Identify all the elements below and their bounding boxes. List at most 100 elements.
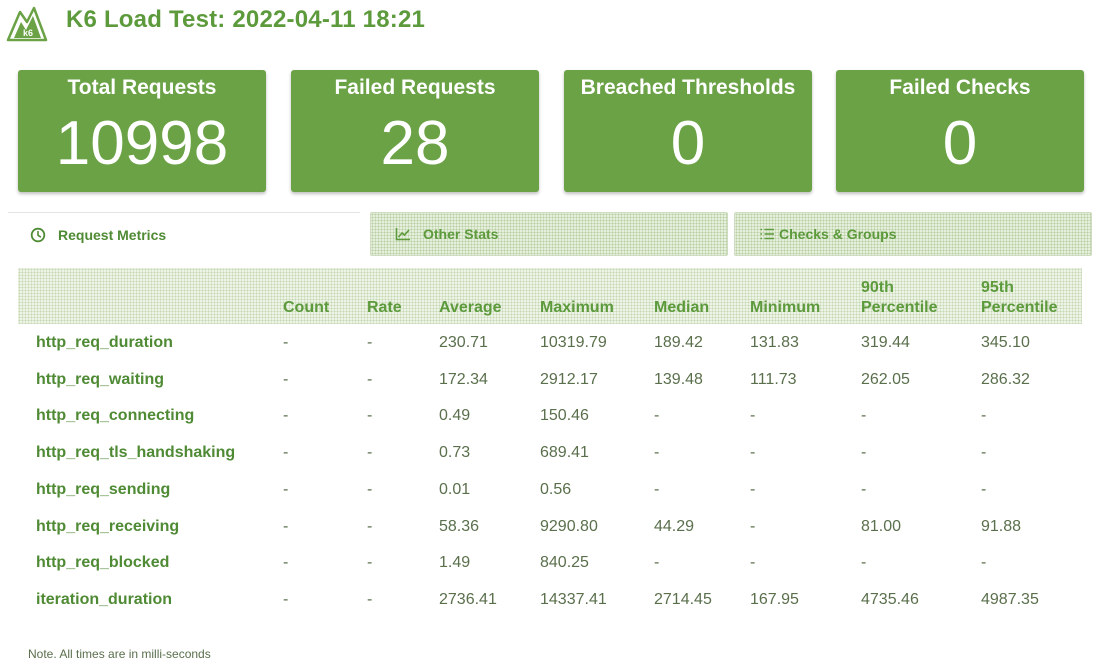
rate-value: - <box>367 554 373 572</box>
minimum-value: 111.73 <box>750 370 797 388</box>
line-chart-icon <box>395 227 411 241</box>
minimum-value: - <box>750 480 756 498</box>
maximum-value: 840.25 <box>540 554 589 572</box>
tab-bar: Request Metrics Other Stats Checks & Gro… <box>8 212 1094 258</box>
p90-value: - <box>861 480 867 498</box>
rate-value: - <box>367 517 373 535</box>
column-header-median: Median <box>654 299 710 316</box>
table-row: iteration_duration - - 2736.41 14337.41 2714.… <box>18 583 1082 619</box>
failed-requests-card: Failed Requests 28 <box>291 70 539 192</box>
maximum-value: 150.46 <box>540 407 589 425</box>
average-value: 0.01 <box>439 480 471 498</box>
median-value: 139.48 <box>654 370 703 388</box>
maximum-value: 14337.41 <box>540 590 607 608</box>
column-header-rate: Rate <box>367 299 402 316</box>
summary-cards: Total Requests 10998 Failed Requests 28 … <box>0 70 1100 195</box>
card-value: 10998 <box>55 109 229 178</box>
minimum-value: - <box>750 407 756 425</box>
minimum-value: 167.95 <box>750 590 799 608</box>
table-row: http_req_blocked - - 1.49 840.25 - - - - <box>18 546 1082 582</box>
rate-value: - <box>367 407 373 425</box>
tab-request-metrics[interactable]: Request Metrics <box>8 212 360 256</box>
count-value: - <box>283 370 289 388</box>
clock-icon <box>30 227 46 243</box>
median-value: 44.29 <box>654 517 695 535</box>
p90-value: 81.00 <box>861 517 902 535</box>
rate-value: - <box>367 480 373 498</box>
rate-value: - <box>367 334 373 351</box>
column-header-90th-percentile: 90th Percentile <box>861 279 938 316</box>
metric-name: http_req_tls_handshaking <box>36 444 236 462</box>
p90-value: 4735.46 <box>861 590 919 608</box>
k6-logo-icon: k6 <box>6 6 48 42</box>
header: k6 K6 Load Test: 2022-04-11 18:21 <box>0 0 1100 50</box>
maximum-value: 689.41 <box>540 444 589 462</box>
card-value: 0 <box>942 109 978 178</box>
p90-value: 319.44 <box>861 334 910 351</box>
average-value: 1.49 <box>439 554 471 572</box>
p95-value: - <box>981 407 987 425</box>
p95-value: - <box>981 554 987 572</box>
tab-other-stats[interactable]: Other Stats <box>370 212 728 256</box>
failed-checks-card: Failed Checks 0 <box>836 70 1084 192</box>
count-value: - <box>283 590 289 608</box>
p95-value: 91.88 <box>981 517 1022 535</box>
p95-value: - <box>981 480 987 498</box>
average-value: 0.49 <box>439 407 471 425</box>
p90-value: - <box>861 407 867 425</box>
count-value: - <box>283 554 289 572</box>
card-value: 28 <box>380 109 450 178</box>
tab-label: Other Stats <box>423 226 499 242</box>
p90-value: 262.05 <box>861 370 910 388</box>
rate-value: - <box>367 444 373 462</box>
metric-name: http_req_receiving <box>36 517 180 535</box>
count-value: - <box>283 444 289 462</box>
card-label: Failed Checks <box>889 76 1031 99</box>
minimum-value: - <box>750 444 756 462</box>
average-value: 2736.41 <box>439 590 497 608</box>
column-header-average: Average <box>439 299 502 316</box>
minimum-value: - <box>750 517 756 535</box>
metric-name: http_req_blocked <box>36 554 170 572</box>
breached-thresholds-card: Breached Thresholds 0 <box>564 70 812 192</box>
column-header-count: Count <box>283 299 330 316</box>
average-value: 230.71 <box>439 334 488 351</box>
maximum-value: 2912.17 <box>540 370 598 388</box>
column-header-maximum: Maximum <box>540 299 614 316</box>
table-row: http_req_receiving - - 58.36 9290.80 44.29 - 81… <box>18 510 1082 546</box>
maximum-value: 9290.80 <box>540 517 598 535</box>
table-row: http_req_duration - - 230.71 10319.79 189.42 1… <box>18 326 1082 362</box>
median-value: - <box>654 554 660 572</box>
average-value: 172.34 <box>439 370 488 388</box>
table-row: http_req_sending - - 0.01 0.56 - - - - <box>18 473 1082 509</box>
column-header-95th-percentile: 95th Percentile <box>981 279 1058 316</box>
p95-value: 286.32 <box>981 370 1030 388</box>
count-value: - <box>283 517 289 535</box>
median-value: - <box>654 480 660 498</box>
p95-value: 4987.35 <box>981 590 1039 608</box>
average-value: 58.36 <box>439 517 480 535</box>
svg-text:k6: k6 <box>23 28 33 38</box>
count-value: - <box>283 480 289 498</box>
median-value: 189.42 <box>654 334 703 351</box>
metric-name: http_req_waiting <box>36 370 165 388</box>
card-value: 0 <box>670 109 706 178</box>
tab-label: Request Metrics <box>58 226 167 243</box>
request-metrics-table: Count Rate Average Maximum Median Minimu… <box>18 268 1082 638</box>
p90-value: - <box>861 554 867 572</box>
table-row: http_req_connecting - - 0.49 150.46 - - - - <box>18 399 1082 435</box>
rate-value: - <box>367 590 373 608</box>
maximum-value: 10319.79 <box>540 334 607 351</box>
tab-checks-groups[interactable]: Checks & Groups <box>734 212 1092 256</box>
median-value: - <box>654 407 660 425</box>
p90-value: - <box>861 444 867 462</box>
list-icon <box>759 227 775 241</box>
p95-value: - <box>981 444 987 462</box>
rate-value: - <box>367 370 373 388</box>
footer-note: Note. All times are in milli-seconds <box>28 647 211 661</box>
average-value: 0.73 <box>439 444 471 462</box>
table-row: http_req_tls_handshaking - - 0.73 689.41 - - - - <box>18 436 1082 472</box>
minimum-value: - <box>750 554 756 572</box>
metric-name: http_req_connecting <box>36 407 195 425</box>
minimum-value: 131.83 <box>750 334 799 351</box>
